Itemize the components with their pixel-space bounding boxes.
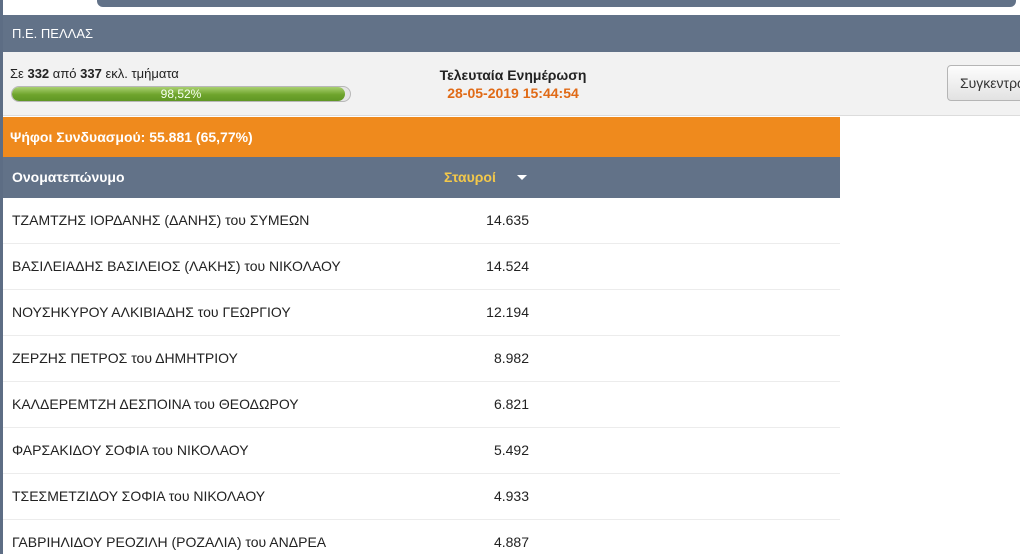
- candidate-votes: 4.933: [493, 488, 529, 504]
- stats-panel: Σε 332 από 337 εκλ. τμήματα 98,52% Τελευ…: [3, 52, 1020, 116]
- candidate-votes: 14.524: [486, 258, 529, 274]
- counted-sections: Σε 332 από 337 εκλ. τμήματα: [10, 66, 179, 81]
- progress-bar: 98,52%: [11, 86, 351, 102]
- candidate-votes: 8.982: [493, 350, 529, 366]
- last-update: Τελευταία Ενημέρωση 28-05-2019 15:44:54: [403, 66, 623, 102]
- region-title: Π.Ε. ΠΕΛΛΑΣ: [3, 15, 1020, 52]
- candidate-votes: 5.492: [493, 442, 529, 458]
- table-header: Ονοματεπώνυμο Σταυροί: [3, 157, 840, 198]
- table-row: ΚΑΛΔΕΡΕΜΤΖΗ ΔΕΣΠΟΙΝΑ του ΘΕΟΔΩΡΟΥ 6.821: [3, 382, 840, 428]
- counted-number: 332: [27, 66, 50, 81]
- table-row: ΖΕΡΖΗΣ ΠΕΤΡΟΣ του ΔΗΜΗΤΡΙΟΥ 8.982: [3, 336, 840, 382]
- table-row: ΓΑΒΡΙΗΛΙΔΟΥ ΡΕΟΖΙΛΗ (ΡΟΖΑΛΙΑ) του ΑΝΔΡΕΑ…: [3, 520, 840, 554]
- candidate-votes: 4.887: [493, 534, 529, 550]
- table-row: ΤΣΕΣΜΕΤΖΙΔΟΥ ΣΟΦΙΑ του ΝΙΚΟΛΑΟΥ 4.933: [3, 474, 840, 520]
- candidate-name: ΚΑΛΔΕΡΕΜΤΖΗ ΔΕΣΠΟΙΝΑ του ΘΕΟΔΩΡΟΥ: [12, 396, 299, 412]
- counted-suffix: εκλ. τμήματα: [105, 66, 179, 81]
- table-row: ΦΑΡΣΑΚΙΔΟΥ ΣΟΦΙΑ του ΝΙΚΟΛΑΟΥ 5.492: [3, 428, 840, 474]
- candidates-table: ΤΖΑΜΤΖΗΣ ΙΟΡΔΑΝΗΣ (ΔΑΝΗΣ) του ΣΥΜΕΩΝ 14.…: [3, 198, 840, 554]
- total-number: 337: [80, 66, 102, 81]
- coalition-votes-bar: Ψήφοι Συνδυασμού: 55.881 (65,77%): [3, 117, 840, 157]
- candidate-name: ΖΕΡΖΗΣ ΠΕΤΡΟΣ του ΔΗΜΗΤΡΙΟΥ: [12, 350, 238, 366]
- candidate-name: ΤΖΑΜΤΖΗΣ ΙΟΡΔΑΝΗΣ (ΔΑΝΗΣ) του ΣΥΜΕΩΝ: [12, 212, 310, 228]
- top-tab-strip: [97, 0, 1016, 7]
- table-row: ΝΟΥΣΗΚΥΡΟΥ ΑΛΚΙΒΙΑΔΗΣ του ΓΕΩΡΓΙΟΥ 12.19…: [3, 290, 840, 336]
- table-row: ΤΖΑΜΤΖΗΣ ΙΟΡΔΑΝΗΣ (ΔΑΝΗΣ) του ΣΥΜΕΩΝ 14.…: [3, 198, 840, 244]
- candidate-name: ΒΑΣΙΛΕΙΑΔΗΣ ΒΑΣΙΛΕΙΟΣ (ΛΑΚΗΣ) του ΝΙΚΟΛΑ…: [12, 258, 341, 274]
- counted-prefix: Σε: [10, 66, 24, 81]
- caret-down-icon[interactable]: [517, 175, 527, 180]
- candidate-name: ΤΣΕΣΜΕΤΖΙΔΟΥ ΣΟΦΙΑ του ΝΙΚΟΛΑΟΥ: [12, 488, 266, 504]
- column-header-name[interactable]: Ονοματεπώνυμο: [12, 157, 125, 198]
- table-row: ΒΑΣΙΛΕΙΑΔΗΣ ΒΑΣΙΛΕΙΟΣ (ΛΑΚΗΣ) του ΝΙΚΟΛΑ…: [3, 244, 840, 290]
- progress-percent: 98,52%: [160, 87, 202, 101]
- candidate-votes: 6.821: [493, 396, 529, 412]
- candidate-votes: 12.194: [486, 304, 529, 320]
- column-header-votes[interactable]: Σταυροί: [444, 157, 496, 198]
- candidate-name: ΝΟΥΣΗΚΥΡΟΥ ΑΛΚΙΒΙΑΔΗΣ του ΓΕΩΡΓΙΟΥ: [12, 304, 291, 320]
- last-update-label: Τελευταία Ενημέρωση: [439, 67, 587, 83]
- candidate-votes: 14.635: [486, 212, 529, 228]
- aggregate-button[interactable]: Συγκεντρωτικά: [947, 65, 1020, 101]
- candidate-name: ΦΑΡΣΑΚΙΔΟΥ ΣΟΦΙΑ του ΝΙΚΟΛΑΟΥ: [12, 442, 249, 458]
- last-update-timestamp: 28-05-2019 15:44:54: [447, 85, 579, 101]
- candidate-name: ΓΑΒΡΙΗΛΙΔΟΥ ΡΕΟΖΙΛΗ (ΡΟΖΑΛΙΑ) του ΑΝΔΡΕΑ: [12, 534, 327, 550]
- counted-of: από: [52, 66, 77, 81]
